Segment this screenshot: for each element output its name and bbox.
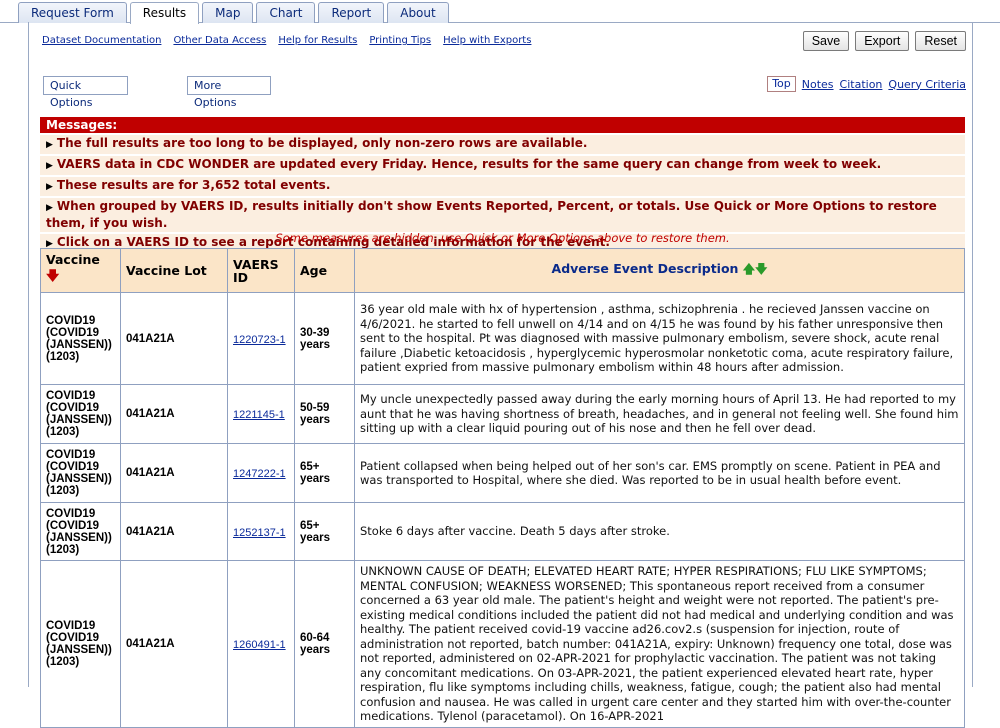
message-text: When grouped by VAERS ID, results initia…	[46, 199, 937, 230]
tab-chart[interactable]: Chart	[256, 2, 316, 23]
cell-age: 50-59 years	[294, 384, 355, 444]
table-row: COVID19 (COVID19 (JANSSEN)) (1203) 041A2…	[40, 443, 965, 503]
header-vaccine-lot[interactable]: Vaccine Lot	[120, 248, 228, 293]
cell-vaers-id: 1247222-1	[227, 443, 295, 503]
triangle-right-icon: ▶	[46, 182, 53, 192]
cell-vaccine: COVID19 (COVID19 (JANSSEN)) (1203)	[40, 292, 121, 385]
cell-vaccine-lot: 041A21A	[120, 292, 228, 385]
reset-button[interactable]: Reset	[915, 31, 966, 51]
cell-description: Patient collapsed when being helped out …	[354, 443, 965, 503]
tab-bar: Request Form Results Map Chart Report Ab…	[0, 0, 1000, 24]
message-item: ▶ When grouped by VAERS ID, results initi…	[40, 198, 965, 232]
link-help-for-results[interactable]: Help for Results	[278, 35, 357, 46]
top-button[interactable]: Top	[767, 76, 796, 92]
cell-vaccine: COVID19 (COVID19 (JANSSEN)) (1203)	[40, 560, 121, 728]
table-row: COVID19 (COVID19 (JANSSEN)) (1203) 041A2…	[40, 560, 965, 728]
help-links: Dataset Documentation Other Data Access …	[42, 35, 531, 46]
table-row: COVID19 (COVID19 (JANSSEN)) (1203) 041A2…	[40, 292, 965, 385]
message-item: ▶ These results are for 3,652 total event…	[40, 177, 965, 196]
message-text: The full results are too long to be disp…	[56, 136, 588, 150]
cell-vaccine-lot: 041A21A	[120, 560, 228, 728]
header-vaers-id[interactable]: VAERS ID	[227, 248, 295, 293]
tab-about[interactable]: About	[387, 2, 449, 23]
cell-vaers-id: 1252137-1	[227, 502, 295, 561]
triangle-right-icon: ▶	[46, 140, 53, 150]
cell-vaccine-lot: 041A21A	[120, 443, 228, 503]
export-button[interactable]: Export	[855, 31, 910, 51]
cell-vaccine: COVID19 (COVID19 (JANSSEN)) (1203)	[40, 502, 121, 561]
cell-description: My uncle unexpectedly passed away during…	[354, 384, 965, 444]
header-vaccine[interactable]: Vaccine 🡇	[40, 248, 121, 293]
cell-age: 65+ years	[294, 502, 355, 561]
save-button[interactable]: Save	[802, 31, 850, 51]
cell-vaccine-lot: 041A21A	[120, 384, 228, 444]
tab-map[interactable]: Map	[202, 2, 254, 23]
triangle-right-icon: ▶	[46, 161, 53, 171]
message-text: These results are for 3,652 total events…	[56, 178, 331, 192]
tabs: Request Form Results Map Chart Report Ab…	[18, 2, 452, 24]
tab-report[interactable]: Report	[318, 2, 385, 23]
link-query-criteria[interactable]: Query Criteria	[888, 78, 966, 91]
message-text: VAERS data in CDC WONDER are updated eve…	[56, 157, 882, 171]
table-header-row: Vaccine 🡇 Vaccine Lot VAERS ID Age Adver…	[40, 248, 965, 293]
action-buttons: Save Export Reset	[802, 31, 966, 51]
cell-vaccine-lot: 041A21A	[120, 502, 228, 561]
cell-vaers-id: 1260491-1	[227, 560, 295, 728]
hidden-measures-note: Some measures are hidden, use Quick or M…	[275, 231, 730, 245]
vaers-id-link[interactable]: 1247222-1	[233, 468, 286, 480]
sort-descending-icon[interactable]: 🡇	[46, 269, 59, 284]
cell-vaers-id: 1220723-1	[227, 292, 295, 385]
link-other-data-access[interactable]: Other Data Access	[173, 35, 266, 46]
page-nav-links: Top Notes Citation Query Criteria	[767, 76, 966, 92]
cell-description: 36 year old male with hx of hypertension…	[354, 292, 965, 385]
link-help-with-exports[interactable]: Help with Exports	[443, 35, 531, 46]
triangle-right-icon: ▶	[46, 203, 53, 213]
link-notes[interactable]: Notes	[802, 78, 834, 91]
cell-description: UNKNOWN CAUSE OF DEATH; ELEVATED HEART R…	[354, 560, 965, 728]
vaers-id-link[interactable]: 1260491-1	[233, 639, 286, 651]
header-adverse-event-description[interactable]: Adverse Event Description 🡅🡇	[354, 248, 965, 293]
results-table: Vaccine 🡇 Vaccine Lot VAERS ID Age Adver…	[40, 248, 965, 728]
cell-vaers-id: 1221145-1	[227, 384, 295, 444]
table-row: COVID19 (COVID19 (JANSSEN)) (1203) 041A2…	[40, 384, 965, 444]
table-row: COVID19 (COVID19 (JANSSEN)) (1203) 041A2…	[40, 502, 965, 561]
link-dataset-documentation[interactable]: Dataset Documentation	[42, 35, 161, 46]
cell-vaccine: COVID19 (COVID19 (JANSSEN)) (1203)	[40, 443, 121, 503]
cell-description: Stoke 6 days after vaccine. Death 5 days…	[354, 502, 965, 561]
vaers-id-link[interactable]: 1221145-1	[233, 409, 285, 421]
cell-age: 60-64 years	[294, 560, 355, 728]
link-printing-tips[interactable]: Printing Tips	[369, 35, 431, 46]
vaers-id-link[interactable]: 1220723-1	[233, 334, 286, 346]
message-item: ▶ VAERS data in CDC WONDER are updated ev…	[40, 156, 965, 175]
messages-title: Messages:	[40, 117, 965, 133]
tab-request-form[interactable]: Request Form	[18, 2, 127, 23]
tab-results[interactable]: Results	[129, 2, 200, 24]
cell-age: 30-39 years	[294, 292, 355, 385]
more-options-button[interactable]: More Options	[187, 76, 271, 109]
vaers-id-link[interactable]: 1252137-1	[233, 527, 286, 539]
message-item: ▶ The full results are too long to be dis…	[40, 135, 965, 154]
link-citation[interactable]: Citation	[840, 78, 883, 91]
header-age[interactable]: Age	[294, 248, 355, 293]
quick-options-button[interactable]: Quick Options	[43, 76, 128, 109]
sort-arrows-icon[interactable]: 🡅🡇	[743, 262, 768, 276]
cell-age: 65+ years	[294, 443, 355, 503]
cell-vaccine: COVID19 (COVID19 (JANSSEN)) (1203)	[40, 384, 121, 444]
